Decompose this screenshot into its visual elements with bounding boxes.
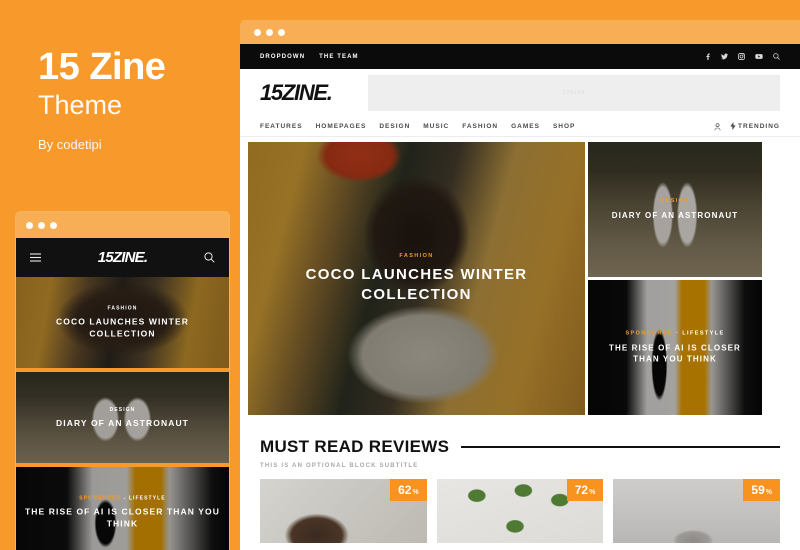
- topbar-social: [704, 53, 780, 60]
- article-title: DIARY OF AN ASTRONAUT: [56, 417, 189, 428]
- window-dot-maximize[interactable]: [278, 28, 285, 36]
- review-card[interactable]: 59%: [613, 479, 781, 543]
- hero-side-column: DESIGN DIARY OF AN ASTRONAUT SPONSORED ·…: [588, 142, 762, 415]
- desktop-screen: DROPDOWN THE TEAM 15ZINE. 728x90 FEATURE…: [240, 44, 800, 550]
- mobile-browser-chrome: [16, 212, 229, 238]
- review-score-unit: %: [589, 489, 596, 496]
- youtube-icon[interactable]: [755, 53, 763, 60]
- review-score-badge: 72%: [566, 479, 604, 501]
- promo-title-block: 15 Zine Theme By codetipi: [38, 46, 238, 152]
- window-dot-minimize[interactable]: [266, 28, 273, 36]
- nav-item-shop[interactable]: SHOP: [553, 123, 575, 130]
- mobile-logo[interactable]: 15ZINE.: [98, 249, 148, 266]
- category-label: FASHION: [107, 305, 138, 312]
- review-card[interactable]: 72%: [436, 479, 604, 543]
- article-title: COCO LAUNCHES WINTER COLLECTION: [305, 265, 528, 303]
- facebook-icon[interactable]: [704, 53, 711, 60]
- promo-author: By codetipi: [38, 136, 102, 152]
- review-score-unit: %: [765, 489, 773, 496]
- topbar-links: DROPDOWN THE TEAM: [260, 54, 359, 60]
- sponsored-badge: SPONSORED: [79, 495, 122, 502]
- category-label: FASHION: [399, 252, 434, 259]
- section-header: MUST READ REVIEWS THIS IS AN OPTIONAL BL…: [240, 415, 800, 469]
- user-icon[interactable]: [714, 118, 721, 136]
- category-name: LIFESTYLE: [128, 495, 166, 502]
- review-score-badge: 62%: [390, 479, 427, 501]
- sponsored-badge: SPONSORED: [625, 329, 674, 336]
- trending-link[interactable]: TRENDING: [730, 121, 780, 132]
- review-card[interactable]: 62%: [260, 479, 427, 543]
- card-caption: FASHION COCO LAUNCHES WINTER COLLECTION: [16, 305, 229, 340]
- list-item[interactable]: DESIGN DIARY OF AN ASTRONAUT: [16, 372, 229, 467]
- card-caption: SPONSORED · LIFESTYLE THE RISE OF AI IS …: [588, 330, 762, 365]
- review-score: 59: [751, 483, 765, 497]
- page-root: 15 Zine Theme By codetipi 15ZINE. FASHIO…: [0, 0, 800, 550]
- hero-grid: FASHION COCO LAUNCHES WINTER COLLECTION …: [240, 137, 800, 415]
- window-dot-close[interactable]: [254, 28, 261, 36]
- nav-item-games[interactable]: GAMES: [511, 123, 540, 130]
- search-icon[interactable]: [204, 252, 215, 263]
- card-caption: DESIGN DIARY OF AN ASTRONAUT: [588, 198, 762, 222]
- nav-item-features[interactable]: FEATURES: [260, 123, 303, 130]
- hero-side-card[interactable]: DESIGN DIARY OF AN ASTRONAUT: [588, 142, 762, 277]
- nav-items: FEATURES HOMEPAGES DESIGN MUSIC FASHION …: [260, 123, 575, 130]
- mobile-screen: 15ZINE. FASHION COCO LAUNCHES WINTER COL…: [16, 238, 229, 550]
- article-title: THE RISE OF AI IS CLOSER THAN YOU THINK: [609, 342, 741, 364]
- nav-right: TRENDING: [714, 118, 780, 136]
- article-title: COCO LAUNCHES WINTER COLLECTION: [56, 316, 189, 339]
- site-masthead: 15ZINE. 728x90: [240, 69, 800, 117]
- promo-panel: 15 Zine Theme By codetipi 15ZINE. FASHIO…: [0, 0, 240, 550]
- category-label: DESIGN: [109, 406, 136, 413]
- section-divider: [461, 445, 780, 449]
- instagram-icon[interactable]: [738, 53, 745, 60]
- window-dot-maximize[interactable]: [50, 221, 57, 229]
- list-item[interactable]: SPONSORED - LIFESTYLE THE RISE OF AI IS …: [16, 467, 229, 550]
- window-dot-close[interactable]: [26, 221, 33, 229]
- site-topbar: DROPDOWN THE TEAM: [240, 44, 800, 69]
- article-title: THE RISE OF AI IS CLOSER THAN YOU THINK: [25, 506, 220, 529]
- topbar-link-the-team[interactable]: THE TEAM: [319, 54, 358, 60]
- hero-main-card[interactable]: FASHION COCO LAUNCHES WINTER COLLECTION: [248, 142, 585, 415]
- lightning-bolt-icon: [730, 121, 736, 132]
- mobile-header: 15ZINE.: [16, 238, 229, 277]
- hamburger-icon[interactable]: [30, 253, 41, 262]
- category-name: LIFESTYLE: [682, 329, 725, 336]
- site-nav: FEATURES HOMEPAGES DESIGN MUSIC FASHION …: [240, 117, 800, 137]
- review-score: 62: [398, 483, 412, 497]
- search-icon[interactable]: [773, 53, 780, 60]
- trending-label: TRENDING: [738, 123, 780, 130]
- card-caption: DESIGN DIARY OF AN ASTRONAUT: [16, 406, 229, 428]
- review-card-row: 62% 72% 59%: [240, 469, 800, 543]
- card-caption: SPONSORED - LIFESTYLE THE RISE OF AI IS …: [16, 495, 229, 530]
- desktop-mockup: DROPDOWN THE TEAM 15ZINE. 728x90 FEATURE…: [240, 20, 800, 550]
- nav-item-music[interactable]: MUSIC: [423, 123, 449, 130]
- article-title: DIARY OF AN ASTRONAUT: [611, 210, 739, 220]
- category-label: SPONSORED · LIFESTYLE: [602, 330, 748, 336]
- category-separator: ·: [673, 329, 683, 336]
- desktop-browser-chrome: [240, 20, 800, 44]
- category-label: SPONSORED - LIFESTYLE: [24, 495, 221, 501]
- nav-item-fashion[interactable]: FASHION: [462, 123, 498, 130]
- section-title: MUST READ REVIEWS: [260, 437, 450, 456]
- twitter-icon[interactable]: [721, 53, 728, 60]
- window-dot-minimize[interactable]: [38, 221, 45, 229]
- ad-placeholder[interactable]: 728x90: [367, 75, 780, 111]
- hero-side-card[interactable]: SPONSORED · LIFESTYLE THE RISE OF AI IS …: [588, 280, 762, 415]
- category-separator: -: [121, 495, 129, 502]
- promo-subtitle: Theme: [38, 89, 123, 120]
- nav-item-homepages[interactable]: HOMEPAGES: [316, 123, 367, 130]
- ad-placeholder-label: 728x90: [562, 90, 585, 96]
- category-label: DESIGN: [660, 197, 690, 204]
- topbar-link-dropdown[interactable]: DROPDOWN: [260, 54, 305, 60]
- list-item[interactable]: FASHION COCO LAUNCHES WINTER COLLECTION: [16, 277, 229, 372]
- review-score-unit: %: [412, 489, 419, 496]
- site-logo[interactable]: 15ZINE.: [260, 80, 333, 106]
- review-score: 72: [574, 483, 589, 497]
- card-caption: FASHION COCO LAUNCHES WINTER COLLECTION: [248, 252, 585, 305]
- nav-item-design[interactable]: DESIGN: [379, 123, 410, 130]
- section-title-row: MUST READ REVIEWS: [260, 437, 780, 457]
- review-score-badge: 59%: [743, 479, 781, 501]
- page-title: 15 Zine: [38, 46, 166, 88]
- mobile-mockup: 15ZINE. FASHION COCO LAUNCHES WINTER COL…: [16, 212, 229, 550]
